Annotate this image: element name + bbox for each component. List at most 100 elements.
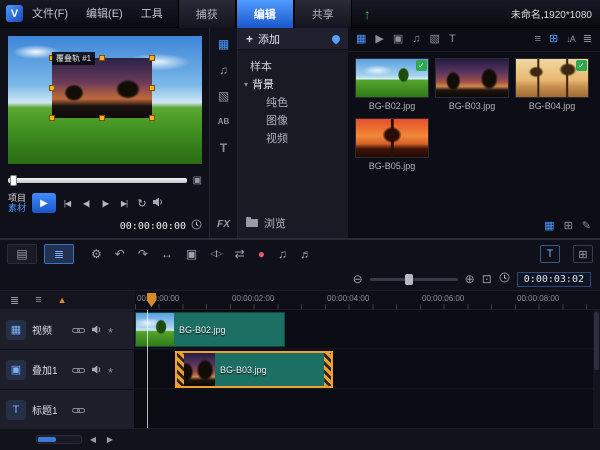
- track-mute-icon[interactable]: [91, 321, 102, 339]
- tab-edit[interactable]: 编辑: [235, 0, 294, 28]
- repeat-button[interactable]: ↻: [135, 197, 149, 210]
- list-view-icon[interactable]: ≡: [535, 34, 541, 45]
- overlay-track-header[interactable]: ▣ 叠加1 *: [0, 350, 135, 389]
- mixer-record-icon[interactable]: ●: [258, 248, 265, 260]
- transition-category-icon[interactable]: ▧: [218, 90, 229, 102]
- tree-group-background[interactable]: ▾ 背景: [238, 75, 348, 93]
- storyboard-view-button[interactable]: ▤: [7, 244, 37, 264]
- track-grid-icon[interactable]: ⊞: [573, 245, 593, 263]
- media-category-icon[interactable]: ▦: [218, 38, 229, 50]
- sort-icon[interactable]: ↓A: [566, 34, 575, 45]
- view-toggle-icon[interactable]: ⊞: [564, 220, 573, 232]
- mode-project-label[interactable]: 项目: [8, 193, 26, 203]
- zoom-out-icon[interactable]: ⊖: [353, 273, 363, 285]
- filter-category-icon[interactable]: FX: [217, 219, 230, 230]
- resize-handle[interactable]: [99, 115, 105, 121]
- fit-project-icon[interactable]: ↔: [161, 248, 173, 260]
- title-track-lane[interactable]: [135, 390, 600, 428]
- ruler-options-icon[interactable]: ≡: [35, 294, 41, 306]
- horizontal-scroll-thumb[interactable]: [38, 437, 56, 442]
- thumbnail-view-icon[interactable]: ⊞: [549, 34, 558, 45]
- timeline-ruler[interactable]: ≣ ≡ ▲ 00:00:00:00 00:00:02:00 00:00:04:0…: [0, 290, 600, 310]
- add-icon[interactable]: +: [246, 32, 253, 46]
- add-label[interactable]: 添加: [258, 31, 280, 47]
- overlay-clip-selection[interactable]: [49, 55, 155, 121]
- add-folder-row[interactable]: + 添加: [238, 28, 348, 50]
- tab-capture[interactable]: 捕获: [177, 0, 236, 28]
- tree-group-label[interactable]: 背景: [252, 76, 274, 92]
- split-clip-icon[interactable]: ◁|▷: [210, 248, 222, 260]
- publish-arrow-icon[interactable]: ↑: [364, 6, 371, 22]
- redo-icon[interactable]: ↷: [138, 248, 148, 260]
- dual-view-icon[interactable]: ▣: [193, 175, 202, 186]
- filter-audio-icon[interactable]: ♫: [412, 34, 420, 45]
- fit-timeline-icon[interactable]: ⊡: [482, 273, 492, 285]
- ripple-toggle-icon[interactable]: *: [108, 326, 113, 339]
- go-start-button[interactable]: |◀: [59, 199, 75, 208]
- filter-transition-icon[interactable]: ▧: [430, 34, 440, 45]
- timeline-view-button[interactable]: ≣: [44, 244, 74, 264]
- title-track-header[interactable]: T 标题1: [0, 390, 135, 428]
- resize-handle[interactable]: [99, 55, 105, 61]
- menu-edit[interactable]: 编辑(E): [77, 0, 132, 28]
- overlay-track-lane[interactable]: BG-B03.jpg: [135, 350, 600, 389]
- link-icon[interactable]: [72, 401, 85, 419]
- auto-music-icon[interactable]: ♬: [300, 248, 312, 260]
- scrubber-track[interactable]: [8, 175, 187, 186]
- track-mute-icon[interactable]: [91, 361, 102, 379]
- subtitle-editor-icon[interactable]: T: [540, 245, 560, 263]
- vertical-scroll-thumb[interactable]: [594, 312, 599, 370]
- video-track-header[interactable]: ▦ 视频 *: [0, 310, 135, 349]
- tab-share[interactable]: 共享: [293, 0, 352, 28]
- track-manager-icon[interactable]: ≣: [10, 294, 19, 307]
- browse-row[interactable]: 浏览: [238, 213, 348, 233]
- timeline-vertical-scrollbar[interactable]: [593, 310, 600, 428]
- import-media-icon[interactable]: ▦: [544, 220, 554, 232]
- gallery-thumbnail[interactable]: ✓: [515, 58, 589, 98]
- menu-file[interactable]: 文件(F): [23, 0, 77, 28]
- ripple-toggle-icon[interactable]: *: [108, 366, 113, 379]
- timeline-horizontal-scrollbar[interactable]: [36, 435, 82, 444]
- audio-category-icon[interactable]: ♫: [219, 64, 228, 76]
- prev-frame-button[interactable]: ◀|: [78, 199, 94, 208]
- resize-handle[interactable]: [149, 115, 155, 121]
- scroll-right-icon[interactable]: ▶: [104, 435, 116, 444]
- volume-icon[interactable]: [152, 194, 164, 212]
- timeline-clip[interactable]: BG-B02.jpg: [135, 312, 285, 347]
- title-category-icon[interactable]: T: [220, 142, 227, 154]
- video-track-lane[interactable]: BG-B02.jpg: [135, 310, 600, 349]
- undo-icon[interactable]: ↶: [115, 248, 125, 260]
- scrubber-thumb[interactable]: [10, 175, 17, 186]
- edit-media-icon[interactable]: ✎: [582, 220, 591, 232]
- tree-item-image[interactable]: 图像: [238, 111, 348, 129]
- link-icon[interactable]: [72, 321, 85, 339]
- record-capture-icon[interactable]: ▣: [186, 248, 197, 260]
- gallery-item[interactable]: ✓ BG-B05.jpg: [355, 118, 429, 171]
- zoom-in-icon[interactable]: ⊕: [465, 273, 475, 285]
- tree-item-video[interactable]: 视频: [238, 129, 348, 147]
- sound-mixer-icon[interactable]: ♫: [278, 248, 287, 260]
- resize-handle[interactable]: [49, 115, 55, 121]
- gallery-thumbnail[interactable]: ✓: [355, 58, 429, 98]
- overlay-clip-image[interactable]: [52, 58, 152, 118]
- scroll-left-icon[interactable]: ◀: [87, 435, 99, 444]
- gallery-item[interactable]: ✓ BG-B02.jpg: [355, 58, 429, 111]
- ruler-scale[interactable]: 00:00:00:00 00:00:02:00 00:00:04:00 00:0…: [135, 291, 600, 309]
- filter-title-icon[interactable]: T: [449, 34, 456, 45]
- browse-label[interactable]: 浏览: [264, 215, 286, 231]
- preview-screen[interactable]: 覆叠轨 #1: [8, 36, 202, 164]
- scroll-up-icon[interactable]: ▲: [58, 295, 67, 305]
- ripple-edit-icon[interactable]: ⇄: [235, 248, 245, 260]
- zoom-slider-thumb[interactable]: [404, 273, 413, 285]
- playhead-line[interactable]: [147, 310, 148, 428]
- pin-icon[interactable]: [330, 32, 342, 45]
- tree-item-solid-color[interactable]: 纯色: [238, 93, 348, 111]
- filter-video-icon[interactable]: ▶: [375, 34, 383, 45]
- link-icon[interactable]: [72, 361, 85, 379]
- mode-clip-label[interactable]: 素材: [8, 203, 26, 213]
- transition-ab-icon[interactable]: AB: [218, 116, 230, 128]
- resize-handle[interactable]: [149, 85, 155, 91]
- gallery-item[interactable]: ✓ BG-B03.jpg: [435, 58, 509, 111]
- resize-handle[interactable]: [49, 85, 55, 91]
- playback-mode-switch[interactable]: 项目 素材: [8, 193, 26, 213]
